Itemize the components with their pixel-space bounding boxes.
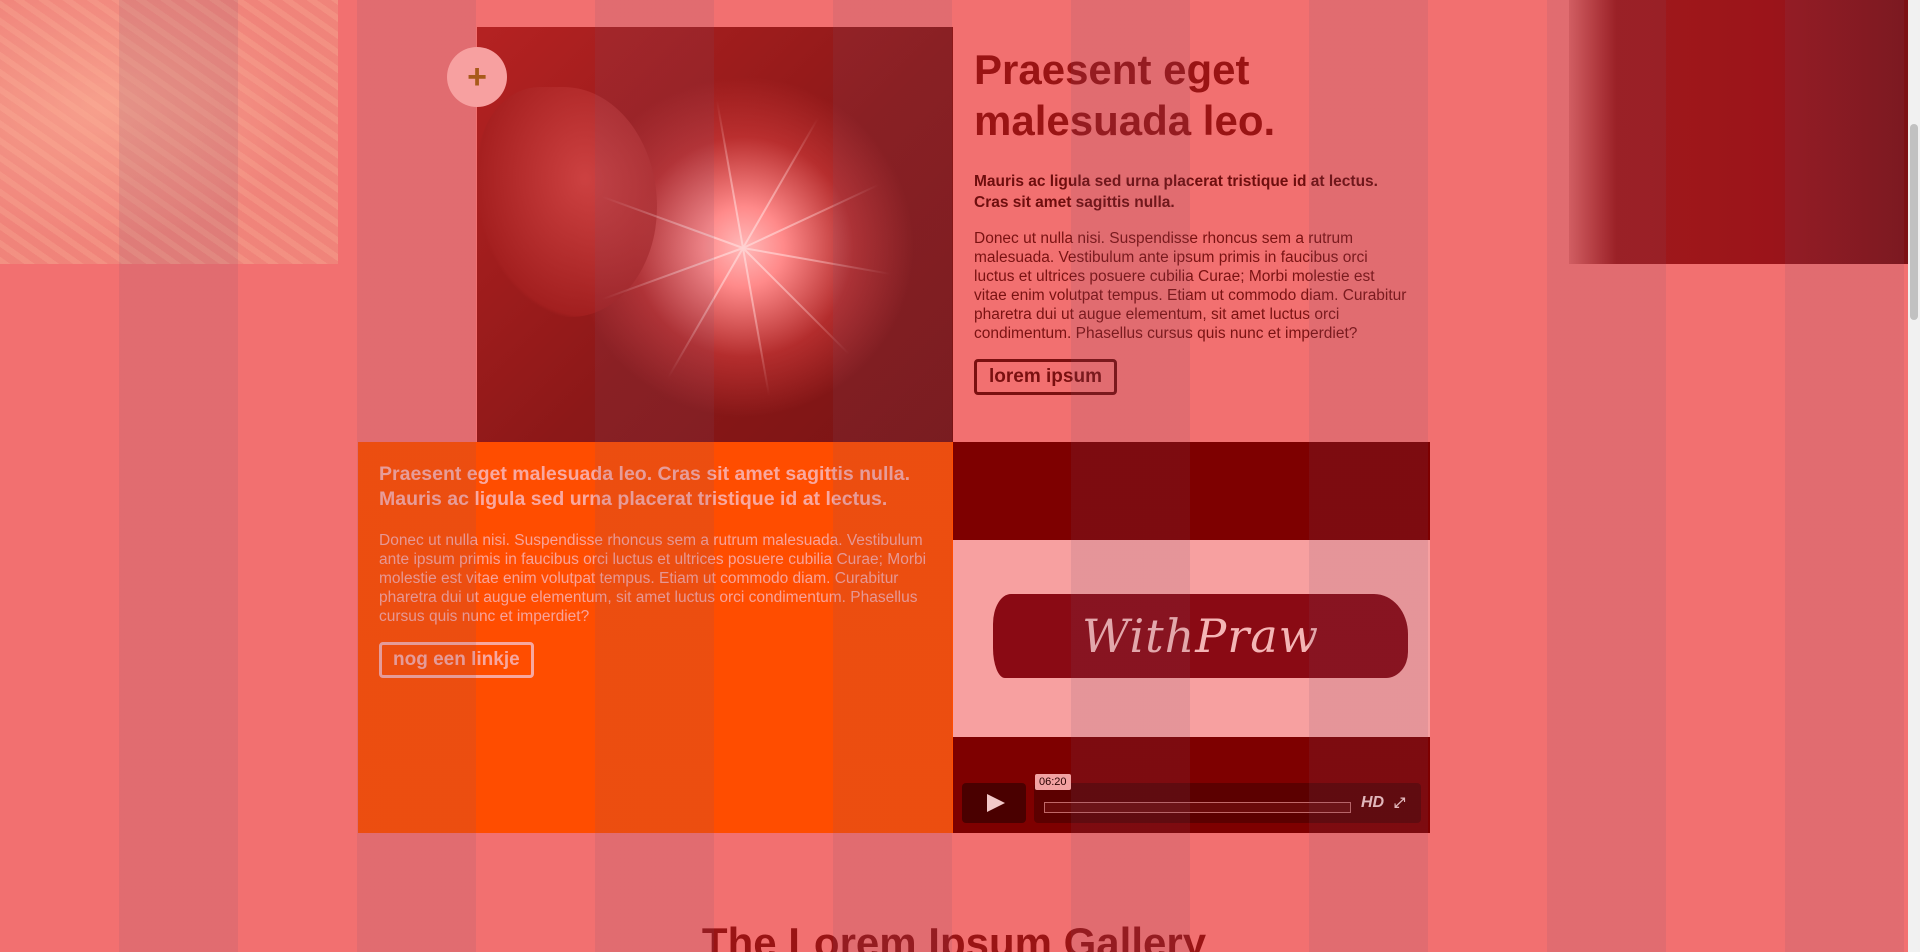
feature-title: Praesent eget malesuada leo. Cras sit am…: [379, 463, 911, 510]
spark-ray: [667, 247, 744, 379]
fullscreen-icon[interactable]: ⤢: [1394, 796, 1408, 810]
spark-ray: [742, 183, 880, 249]
hero-text-block: Praesent eget malesuada leo. Mauris ac l…: [974, 44, 1410, 396]
background-image-left: [0, 0, 338, 264]
plus-button[interactable]: +: [447, 47, 507, 107]
feature-block: Praesent eget malesuada leo. Cras sit am…: [358, 442, 953, 833]
progress-bar-container: HD ⤢: [1034, 783, 1421, 823]
page: + Praesent eget malesuada leo. Mauris ac…: [0, 0, 1920, 952]
hero-body: Donec ut nulla nisi. Suspendisse rhoncus…: [974, 229, 1407, 343]
scrollbar[interactable]: [1908, 0, 1920, 952]
brush-logo: WithPraw: [993, 594, 1408, 678]
play-icon[interactable]: [962, 783, 1026, 823]
hand-shape: [477, 87, 657, 317]
feature-body: Donec ut nulla nisi. Suspendisse rhoncus…: [379, 531, 927, 626]
spark-ray: [715, 100, 744, 249]
lorem-ipsum-button[interactable]: lorem ipsum: [974, 359, 1117, 396]
hd-button[interactable]: HD: [1361, 793, 1384, 813]
video-frame: WithPraw: [953, 540, 1430, 737]
brush-logo-text: WithPraw: [1081, 609, 1320, 663]
hero-lead: Mauris ac ligula sed urna placerat trist…: [974, 173, 1378, 211]
background-image-right: [1569, 0, 1908, 264]
gallery-title: The Lorem Ipsum Gallery: [701, 919, 1207, 952]
time-badge: 06:20: [1035, 774, 1071, 790]
video-player[interactable]: WithPraw HD ⤢ 06:20: [953, 442, 1430, 833]
sparkler-photo: [477, 27, 953, 442]
hero-title: Praesent eget malesuada leo.: [974, 46, 1276, 145]
video-controls: HD ⤢ 06:20: [962, 774, 1421, 823]
scrollbar-thumb[interactable]: [1910, 124, 1918, 320]
nog-een-linkje-button[interactable]: nog een linkje: [379, 642, 534, 679]
progress-track[interactable]: [1044, 802, 1351, 813]
